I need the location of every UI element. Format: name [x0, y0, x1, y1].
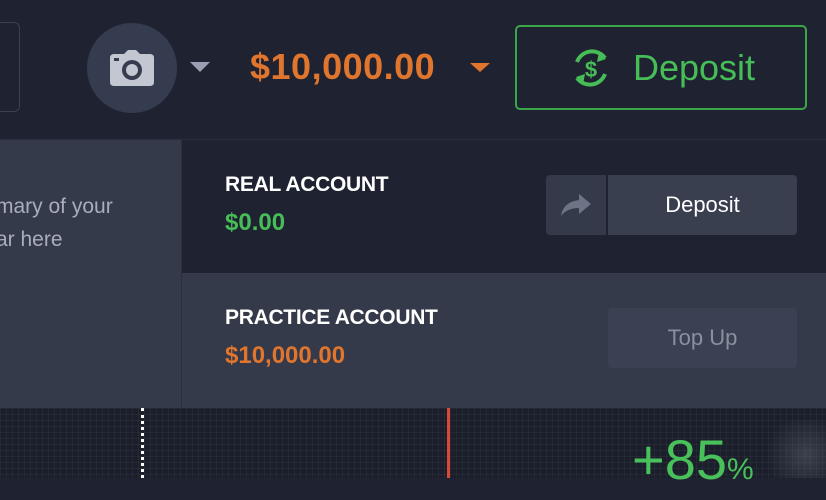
practice-account-amount: $10,000.00 [225, 342, 346, 369]
real-account-amount: $0.00 [225, 209, 286, 236]
summary-line-1: mary of your [0, 195, 113, 218]
dollar-exchange-icon: $ [575, 48, 607, 87]
real-deposit-button[interactable]: Deposit [608, 175, 797, 235]
practice-account-name: PRACTICE ACCOUNT [225, 306, 438, 329]
search-box-edge[interactable] [0, 22, 20, 112]
top-up-button[interactable]: Top Up [608, 308, 797, 368]
profile-avatar-button[interactable] [87, 23, 177, 113]
deposit-label: Deposit [632, 46, 756, 88]
chevron-down-icon[interactable] [190, 62, 210, 72]
share-arrow-icon [561, 194, 591, 216]
time-marker-line [141, 408, 144, 478]
payout-value: +85 [632, 428, 727, 491]
payout-unit: % [727, 453, 754, 486]
practice-account-row[interactable]: PRACTICE ACCOUNT $10,000.00 Top Up [182, 273, 826, 408]
real-account-name: REAL ACCOUNT [225, 173, 389, 196]
real-account-row[interactable]: REAL ACCOUNT $0.00 Deposit [182, 140, 826, 273]
summary-line-2: ar here [0, 228, 63, 251]
expiry-line [447, 408, 450, 478]
chevron-down-icon[interactable] [470, 63, 490, 72]
summary-panel: mary of your ar here [0, 140, 181, 408]
share-button[interactable] [546, 175, 606, 235]
deposit-button[interactable]: $ Deposit [515, 25, 807, 110]
svg-text:$: $ [585, 57, 597, 82]
account-balance[interactable]: $10,000.00 [250, 42, 435, 92]
camera-icon [110, 50, 154, 86]
top-bar: $10,000.00 $ Deposit [0, 0, 826, 140]
payout-percentage: +85% [632, 430, 754, 500]
chart-overlay [760, 420, 826, 478]
